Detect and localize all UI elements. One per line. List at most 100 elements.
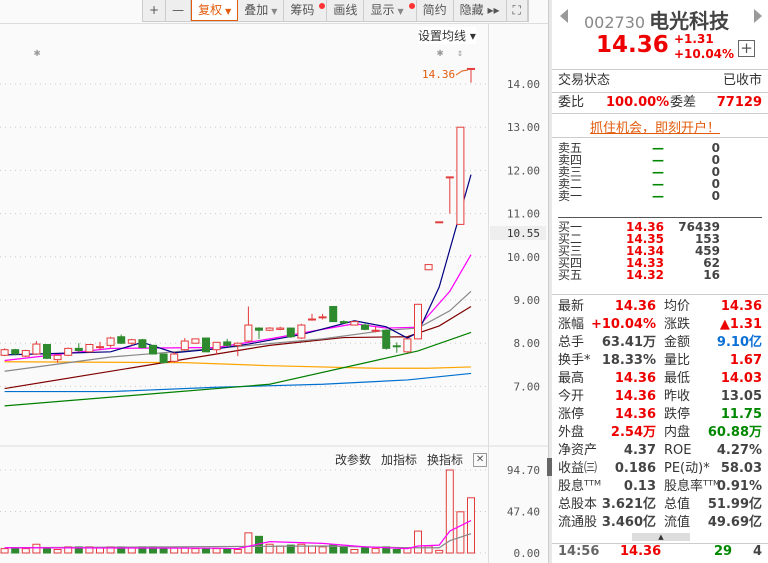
candle-body: [265, 327, 274, 331]
add-indicator-button[interactable]: 加指标: [381, 451, 417, 468]
stat-label: 总值: [664, 497, 691, 512]
candle-body: [350, 321, 359, 326]
level-volume: 16: [703, 268, 720, 282]
switch-indicator-button[interactable]: 换指标: [427, 451, 463, 468]
candle-body: [435, 221, 444, 224]
stat-label: 流通股: [558, 515, 598, 530]
candle-body: [106, 337, 115, 346]
candle: [32, 341, 41, 355]
candle: [371, 326, 380, 333]
stat-label: 昨收: [664, 389, 691, 404]
stat-label: 金额: [664, 335, 691, 350]
candle-body: [467, 67, 475, 70]
candle-body: [403, 338, 412, 353]
volume-bar: [0, 548, 9, 554]
stat-label: 跌停: [664, 407, 691, 422]
candle: [233, 342, 242, 357]
candle-body: [64, 347, 73, 356]
price-tick-label: 8.00: [514, 337, 541, 350]
candle: [11, 348, 20, 356]
indicator-toolbar: 改参数 加指标 换指标 ✕: [335, 451, 488, 468]
next-stock-icon[interactable]: [754, 9, 762, 23]
candle: [265, 327, 274, 332]
stat-value: 58.03: [720, 461, 762, 476]
stat-value: 49.69亿: [707, 515, 762, 530]
candle-body: [371, 329, 380, 332]
chart-panel: + — 复权 ▼ 叠加 ▼ 筹码 画线 显示 ▼ 简约 隐藏 ▸▸ ⛶ 设置均线 ▾ 14.00 13.0…: [0, 0, 548, 563]
level-price: —: [652, 189, 664, 203]
candle: [159, 353, 168, 364]
kline-chart[interactable]: 14.00 13.00 12.00 11.00 10.00 9.00 8.00 7.00 10.…: [0, 0, 548, 563]
volume-bar: [424, 545, 433, 554]
candle: [96, 341, 104, 350]
stat-row: 总手 63.41万 金额 9.10亿: [558, 334, 762, 352]
candle-body: [53, 354, 62, 361]
level-price: 14.32: [626, 268, 664, 282]
open-account-link[interactable]: 抓住机会，即刻开户！: [590, 117, 720, 136]
stat-value: 14.36: [720, 299, 762, 314]
candle: [180, 338, 189, 351]
candle: [21, 349, 30, 358]
price-tick-label: 14.00: [507, 78, 540, 91]
stat-label: 总手: [558, 335, 585, 350]
stat-label: 收益㈢: [558, 461, 598, 476]
stat-value: 11.75: [720, 407, 762, 422]
volume-bar: [233, 548, 242, 554]
volume-bar: [318, 546, 327, 554]
candle: [350, 320, 359, 326]
volume-bar: [244, 532, 253, 554]
candle: [308, 313, 316, 321]
volume-bar: [350, 548, 359, 554]
stat-label: 净资产: [558, 443, 598, 458]
stat-label: 均价: [664, 299, 691, 314]
vma5-line: [4, 520, 472, 550]
price-tick-label: 13.00: [507, 121, 540, 134]
prev-stock-icon[interactable]: [560, 9, 568, 23]
candle-body: [339, 321, 348, 324]
candle-body: [170, 353, 179, 362]
stat-value: 51.99亿: [707, 497, 762, 512]
stat-label: 流值: [664, 515, 691, 530]
candle-body: [456, 126, 465, 225]
stat-label: 最高: [558, 371, 585, 386]
stat-value: +10.04%: [590, 317, 656, 332]
volume-bar: [308, 545, 316, 554]
candle-body: [32, 343, 41, 355]
candle: [414, 303, 422, 340]
candle: [424, 264, 433, 271]
volume-bar: [276, 545, 285, 554]
candle-body: [424, 264, 433, 271]
volume-bar: [202, 548, 210, 554]
volume-tick-label: 94.70: [507, 464, 540, 477]
volume-bar: [456, 511, 465, 554]
ma20-line: [4, 290, 472, 372]
candle: [170, 351, 179, 363]
stat-value: 14.36: [614, 299, 656, 314]
volume-bar: [435, 549, 444, 554]
tick-count: 4: [752, 544, 762, 559]
stat-value: 14.36: [614, 389, 656, 404]
volume-bar: [223, 548, 232, 554]
price-tick-label: 7.00: [514, 380, 541, 393]
volume-bar: [11, 547, 20, 554]
volume-bar: [53, 548, 62, 554]
candle-body: [117, 336, 126, 344]
close-indicator-icon[interactable]: ✕: [473, 452, 488, 467]
stat-value: 9.10亿: [716, 335, 762, 350]
ma120-line: [4, 361, 472, 369]
stat-value: 18.33%: [601, 353, 656, 368]
candle-body: [382, 329, 391, 349]
edit-params-button[interactable]: 改参数: [335, 451, 371, 468]
volume-bar: [212, 548, 221, 554]
add-watchlist-button[interactable]: +: [738, 40, 755, 57]
expand-handle[interactable]: ▲: [632, 533, 690, 541]
event-marker-icon: ⇕: [457, 48, 463, 59]
high-price-arrow: [455, 69, 469, 76]
stat-label: 总股本: [558, 497, 598, 512]
candle-body: [445, 176, 454, 179]
stat-value: 4.37: [623, 443, 656, 458]
candle-body: [392, 345, 401, 348]
weibi-value: 100.00%: [606, 95, 670, 110]
candle-body: [297, 324, 306, 339]
candle-body: [11, 349, 20, 355]
